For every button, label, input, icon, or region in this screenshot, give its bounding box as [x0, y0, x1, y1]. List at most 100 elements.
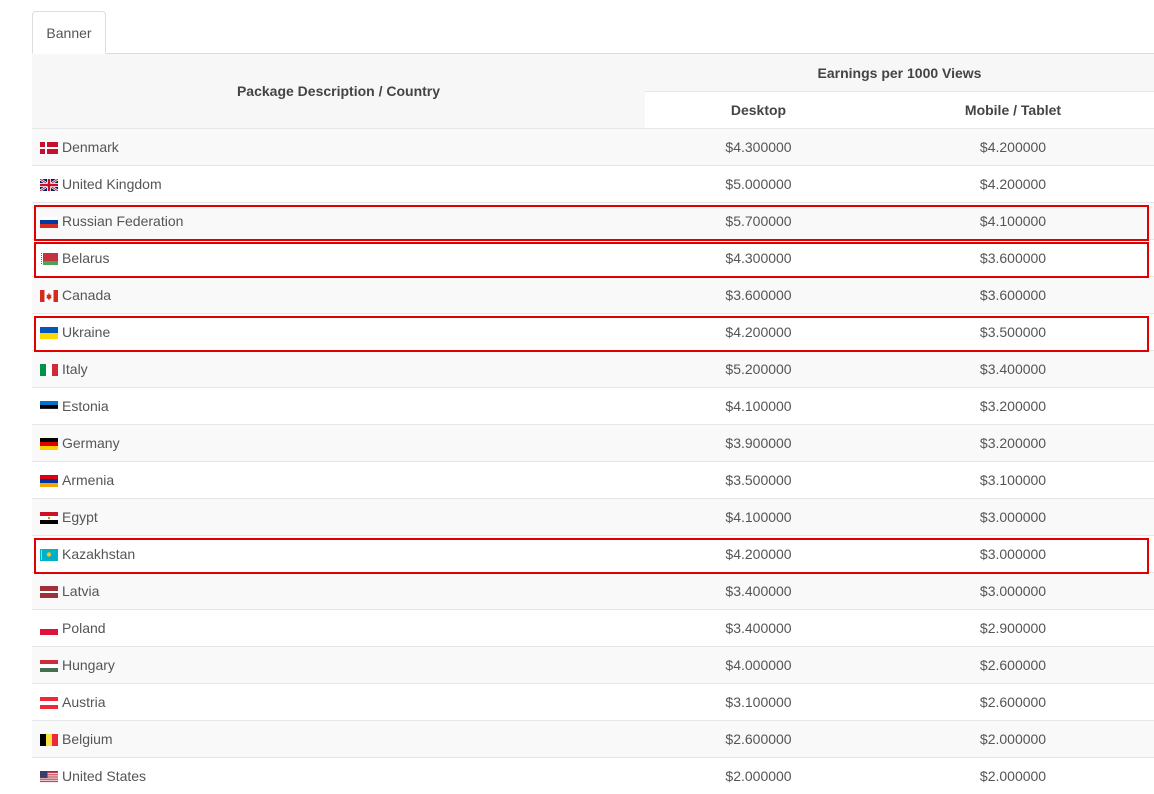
table-row: Denmark$4.300000$4.200000	[32, 129, 1154, 166]
belgium-flag-icon	[40, 733, 58, 745]
mobile-earnings-cell: $3.200000	[872, 425, 1154, 462]
kazakhstan-flag-icon	[40, 548, 58, 560]
table-row: Belarus $4.300000$3.600000	[32, 240, 1154, 277]
desktop-earnings-cell: $3.500000	[645, 462, 872, 499]
country-name: United Kingdom	[62, 176, 162, 192]
table-row: Armenia $3.500000$3.100000	[32, 462, 1154, 499]
desktop-earnings-cell: $3.600000	[645, 277, 872, 314]
armenia-flag-icon	[40, 474, 58, 486]
mobile-earnings-cell: $3.000000	[872, 573, 1154, 610]
egypt-flag-icon	[40, 511, 58, 523]
mobile-earnings-cell: $4.100000	[872, 203, 1154, 240]
mobile-earnings-cell: $2.900000	[872, 610, 1154, 647]
table-row: Italy$5.200000$3.400000	[32, 351, 1154, 388]
country-name: Egypt	[62, 509, 98, 525]
desktop-earnings-cell: $3.900000	[645, 425, 872, 462]
ukraine-flag-icon	[40, 326, 58, 338]
country-cell: Belgium	[32, 721, 645, 758]
table-row: Austria $3.100000$2.600000	[32, 684, 1154, 721]
desktop-earnings-cell: $3.400000	[645, 610, 872, 647]
table-row: Poland $3.400000$2.900000	[32, 610, 1154, 647]
mobile-earnings-cell: $2.600000	[872, 647, 1154, 684]
country-cell: Kazakhstan	[32, 536, 645, 573]
header-earnings-per-1000-views: Earnings per 1000 Views	[645, 54, 1154, 92]
table-row: Canada$3.600000$3.600000	[32, 277, 1154, 314]
country-name: Germany	[62, 435, 120, 451]
mobile-earnings-cell: $3.400000	[872, 351, 1154, 388]
header-mobile-tablet: Mobile / Tablet	[872, 92, 1154, 129]
desktop-earnings-cell: $5.200000	[645, 351, 872, 388]
country-cell: Canada	[32, 277, 645, 314]
country-name: Estonia	[62, 398, 109, 414]
country-cell: Estonia	[32, 388, 645, 425]
country-cell: Germany	[32, 425, 645, 462]
desktop-earnings-cell: $5.000000	[645, 166, 872, 203]
mobile-earnings-cell: $4.200000	[872, 129, 1154, 166]
desktop-earnings-cell: $4.100000	[645, 499, 872, 536]
table-row: Estonia $4.100000$3.200000	[32, 388, 1154, 425]
desktop-earnings-cell: $4.100000	[645, 388, 872, 425]
country-name: Denmark	[62, 139, 119, 155]
italy-flag-icon	[40, 363, 58, 375]
country-name: Latvia	[62, 583, 99, 599]
earnings-panel: Banner Package Description / Country Ear…	[32, 11, 1154, 794]
country-cell: Egypt	[32, 499, 645, 536]
russia-flag-icon	[40, 215, 58, 227]
mobile-earnings-cell: $2.000000	[872, 721, 1154, 758]
country-name: Ukraine	[62, 324, 110, 340]
hungary-flag-icon	[40, 659, 58, 671]
mobile-earnings-cell: $2.600000	[872, 684, 1154, 721]
table-row: Germany $3.900000$3.200000	[32, 425, 1154, 462]
desktop-earnings-cell: $3.400000	[645, 573, 872, 610]
united-kingdom-flag-icon	[40, 178, 58, 190]
country-name: Russian Federation	[62, 213, 183, 229]
table-row: Egypt $4.100000$3.000000	[32, 499, 1154, 536]
table-row: Russian Federation $5.700000$4.100000	[32, 203, 1154, 240]
country-name: Poland	[62, 620, 106, 636]
mobile-earnings-cell: $4.200000	[872, 166, 1154, 203]
austria-flag-icon	[40, 696, 58, 708]
country-name: Armenia	[62, 472, 114, 488]
table-row: Ukraine $4.200000$3.500000	[32, 314, 1154, 351]
country-name: Belarus	[62, 250, 109, 266]
table-row: United Kingdom $5.000000$4.200000	[32, 166, 1154, 203]
desktop-earnings-cell: $4.200000	[645, 314, 872, 351]
mobile-earnings-cell: $3.000000	[872, 536, 1154, 573]
country-cell: Austria	[32, 684, 645, 721]
latvia-flag-icon	[40, 585, 58, 597]
country-cell: Ukraine	[32, 314, 645, 351]
earnings-table: Package Description / Country Earnings p…	[32, 54, 1154, 794]
mobile-earnings-cell: $3.600000	[872, 277, 1154, 314]
desktop-earnings-cell: $3.100000	[645, 684, 872, 721]
estonia-flag-icon	[40, 400, 58, 412]
desktop-earnings-cell: $4.200000	[645, 536, 872, 573]
country-cell: Poland	[32, 610, 645, 647]
mobile-earnings-cell: $3.200000	[872, 388, 1154, 425]
country-cell: Belarus	[32, 240, 645, 277]
country-cell: Denmark	[32, 129, 645, 166]
table-row: Hungary$4.000000$2.600000	[32, 647, 1154, 684]
germany-flag-icon	[40, 437, 58, 449]
mobile-earnings-cell: $3.500000	[872, 314, 1154, 351]
country-cell: Armenia	[32, 462, 645, 499]
tab-banner[interactable]: Banner	[32, 11, 106, 54]
header-package-description: Package Description / Country	[32, 54, 645, 129]
united-states-flag-icon	[40, 770, 58, 782]
country-name: Austria	[62, 694, 106, 710]
desktop-earnings-cell: $5.700000	[645, 203, 872, 240]
desktop-earnings-cell: $4.000000	[645, 647, 872, 684]
country-name: United States	[62, 768, 146, 784]
country-cell: United Kingdom	[32, 166, 645, 203]
mobile-earnings-cell: $3.000000	[872, 499, 1154, 536]
tab-bar: Banner	[32, 11, 1154, 54]
country-name: Kazakhstan	[62, 546, 135, 562]
poland-flag-icon	[40, 622, 58, 634]
belarus-flag-icon	[40, 252, 58, 264]
desktop-earnings-cell: $4.300000	[645, 240, 872, 277]
country-cell: Russian Federation	[32, 203, 645, 240]
table-row: Latvia $3.400000$3.000000	[32, 573, 1154, 610]
mobile-earnings-cell: $3.600000	[872, 240, 1154, 277]
mobile-earnings-cell: $3.100000	[872, 462, 1154, 499]
country-cell: Hungary	[32, 647, 645, 684]
country-cell: Latvia	[32, 573, 645, 610]
